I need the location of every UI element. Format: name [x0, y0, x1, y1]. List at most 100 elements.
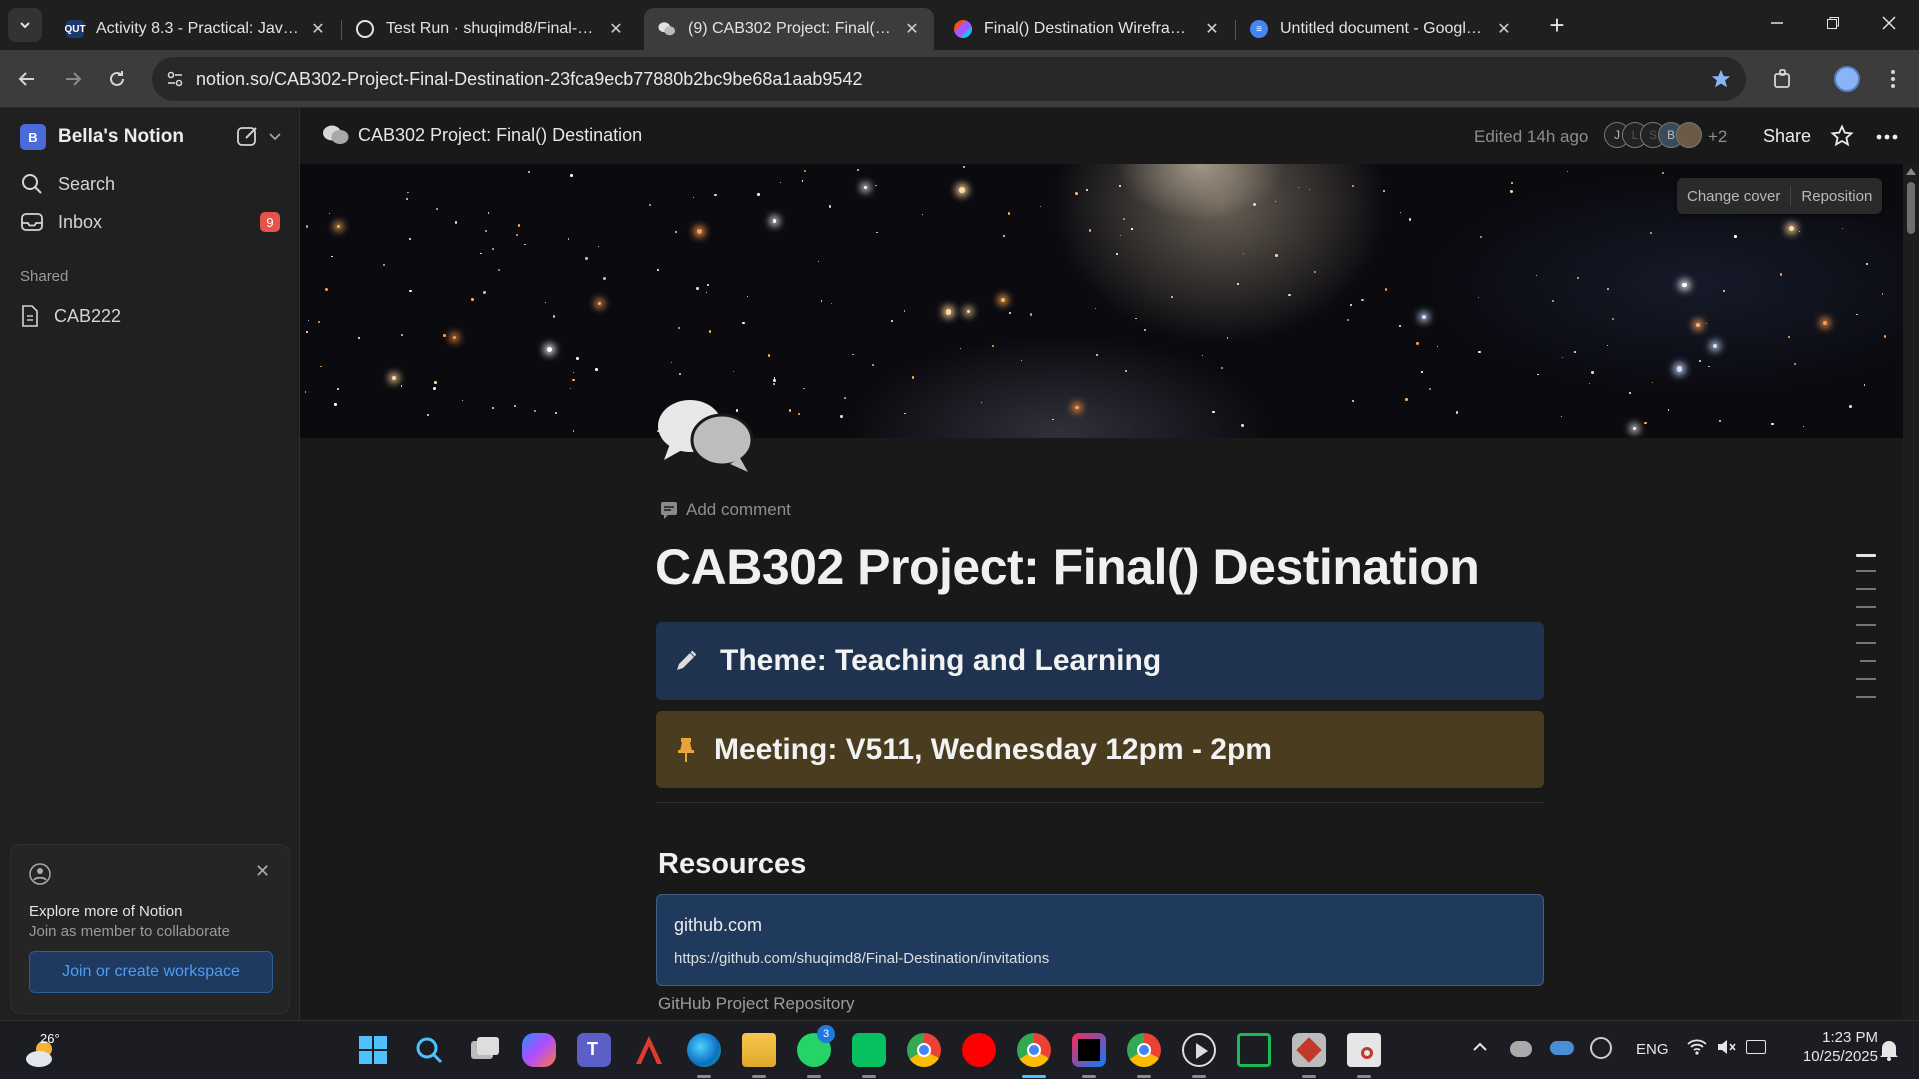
chat-app-icon[interactable] — [1237, 1033, 1271, 1067]
cover-star — [1478, 350, 1481, 354]
table-of-contents-minimap[interactable] — [1856, 554, 1876, 830]
cover-star — [780, 181, 782, 184]
close-icon[interactable]: ✕ — [308, 19, 328, 39]
clock[interactable]: 1:23 PM 10/25/2025 — [1786, 1029, 1878, 1065]
youtube-music-icon[interactable] — [962, 1033, 996, 1067]
more-collaborators-count[interactable]: +2 — [1708, 127, 1727, 147]
restore-button[interactable] — [1816, 6, 1850, 40]
browser-tab-notion-active[interactable]: (9) CAB302 Project: Final() Desti ✕ — [644, 8, 934, 50]
cover-star — [597, 301, 602, 306]
meeting-callout[interactable]: Meeting: V511, Wednesday 12pm - 2pm — [656, 711, 1544, 788]
snipping-tool-icon[interactable] — [1347, 1033, 1381, 1067]
profile-avatar-button[interactable] — [1832, 64, 1862, 94]
url-bar[interactable]: notion.so/CAB302-Project-Final-Destinati… — [152, 57, 1746, 101]
chrome-icon[interactable] — [907, 1033, 941, 1067]
cover-star — [1607, 288, 1609, 290]
onedrive-icon[interactable] — [1550, 1041, 1574, 1055]
more-options-icon[interactable] — [1876, 134, 1898, 140]
sidebar-item-search[interactable]: Search — [20, 172, 115, 196]
whatsapp-badge: 3 — [817, 1025, 835, 1043]
close-icon[interactable]: ✕ — [1494, 19, 1514, 39]
scroll-up-arrow[interactable] — [1906, 168, 1916, 175]
acrobat-icon[interactable] — [632, 1033, 666, 1067]
sidebar-item-cab222[interactable]: CAB222 — [20, 304, 121, 328]
whatsapp-icon[interactable]: 3 — [797, 1025, 835, 1067]
cover-star — [524, 244, 526, 246]
add-comment-button[interactable]: Add comment — [660, 500, 791, 520]
close-icon[interactable]: ✕ — [255, 861, 270, 882]
taskbar-search-button[interactable] — [412, 1033, 446, 1067]
cover-star — [890, 319, 893, 322]
wifi-icon[interactable] — [1686, 1035, 1708, 1062]
tab-search-button[interactable] — [8, 8, 42, 42]
cover-star — [318, 321, 321, 324]
close-icon[interactable]: ✕ — [902, 19, 922, 39]
browser-tab-javadocs[interactable]: QUT Activity 8.3 - Practical: JavaDocs ✕ — [52, 8, 340, 50]
new-tab-button[interactable]: + — [1540, 8, 1574, 42]
reload-button[interactable] — [102, 64, 132, 94]
game-app-icon[interactable] — [1292, 1033, 1326, 1067]
scrollbar-thumb[interactable] — [1907, 182, 1915, 234]
back-button[interactable] — [12, 64, 42, 94]
forward-button[interactable] — [58, 64, 88, 94]
browser-menu-button[interactable] — [1878, 64, 1908, 94]
favorite-star-icon[interactable] — [1830, 124, 1854, 148]
copilot-icon[interactable] — [522, 1033, 556, 1067]
cover-star — [1511, 182, 1514, 184]
file-explorer-icon[interactable] — [742, 1033, 776, 1067]
cover-star — [1237, 283, 1239, 285]
intellij-icon[interactable] — [1072, 1033, 1106, 1067]
extensions-button[interactable] — [1768, 64, 1798, 94]
workspace-switcher[interactable]: B Bella's Notion — [20, 124, 184, 150]
join-workspace-button[interactable]: Join or create workspace — [29, 951, 273, 993]
change-cover-button[interactable]: Change cover — [1677, 188, 1790, 205]
task-view-icon[interactable] — [467, 1033, 501, 1067]
chrome-profile-icon[interactable] — [1017, 1033, 1051, 1067]
site-settings-icon[interactable] — [166, 70, 184, 88]
media-player-icon[interactable] — [1182, 1033, 1216, 1067]
sync-icon[interactable] — [1590, 1037, 1612, 1059]
new-page-button[interactable] — [236, 124, 282, 148]
page-comments-icon[interactable] — [656, 396, 756, 476]
volume-muted-icon[interactable] — [1716, 1037, 1738, 1062]
github-bookmark[interactable]: github.com https://github.com/shuqimd8/F… — [656, 894, 1544, 986]
reposition-button[interactable]: Reposition — [1791, 188, 1882, 205]
bookmark-star-icon[interactable] — [1710, 68, 1732, 90]
page-title[interactable]: CAB302 Project: Final() Destination — [655, 538, 1480, 596]
cover-star — [820, 300, 822, 302]
chrome-alt-icon[interactable] — [1127, 1033, 1161, 1067]
collaborator-avatars[interactable]: J L S B — [1604, 122, 1704, 150]
language-indicator[interactable]: ENG — [1636, 1041, 1669, 1058]
cover-star — [692, 196, 694, 198]
browser-tab-google-docs[interactable]: ≡ Untitled document - Google Do ✕ — [1236, 8, 1526, 50]
cover-star — [1676, 365, 1683, 372]
browser-tab-figma[interactable]: Final() Destination Wireframes - ✕ — [940, 8, 1234, 50]
sidebar-item-inbox[interactable]: Inbox 9 — [20, 210, 280, 234]
cover-star — [1644, 421, 1647, 424]
close-icon[interactable]: ✕ — [1202, 19, 1222, 39]
share-button[interactable]: Share — [1763, 126, 1811, 147]
close-icon[interactable]: ✕ — [606, 19, 626, 39]
tray-network-status-icon[interactable] — [1510, 1041, 1532, 1057]
weather-widget[interactable]: 26° — [24, 1031, 64, 1069]
cover-star — [1561, 356, 1564, 358]
page-topbar: CAB302 Project: Final() Destination Edit… — [300, 108, 1919, 164]
edge-icon[interactable] — [687, 1033, 721, 1067]
cover-star — [1798, 230, 1800, 232]
teams-icon[interactable]: T — [577, 1033, 611, 1067]
notion-comments-icon — [658, 20, 676, 38]
resources-heading[interactable]: Resources — [658, 848, 806, 881]
wechat-icon[interactable] — [852, 1033, 886, 1067]
notifications-button[interactable] — [1878, 1037, 1900, 1066]
close-window-button[interactable] — [1872, 6, 1906, 40]
page-scrollbar[interactable] — [1903, 164, 1919, 1020]
theme-callout[interactable]: Theme: Teaching and Learning — [656, 622, 1544, 700]
start-button[interactable] — [356, 1033, 390, 1067]
browser-tab-github[interactable]: Test Run · shuqimd8/Final-Desti ✕ — [342, 8, 638, 50]
battery-icon[interactable] — [1746, 1040, 1766, 1054]
minimize-button[interactable] — [1760, 6, 1794, 40]
cover-star — [1040, 206, 1042, 208]
cover-star — [1436, 345, 1439, 348]
breadcrumb[interactable]: CAB302 Project: Final() Destination — [322, 124, 642, 146]
show-hidden-icons-button[interactable] — [1472, 1039, 1488, 1060]
